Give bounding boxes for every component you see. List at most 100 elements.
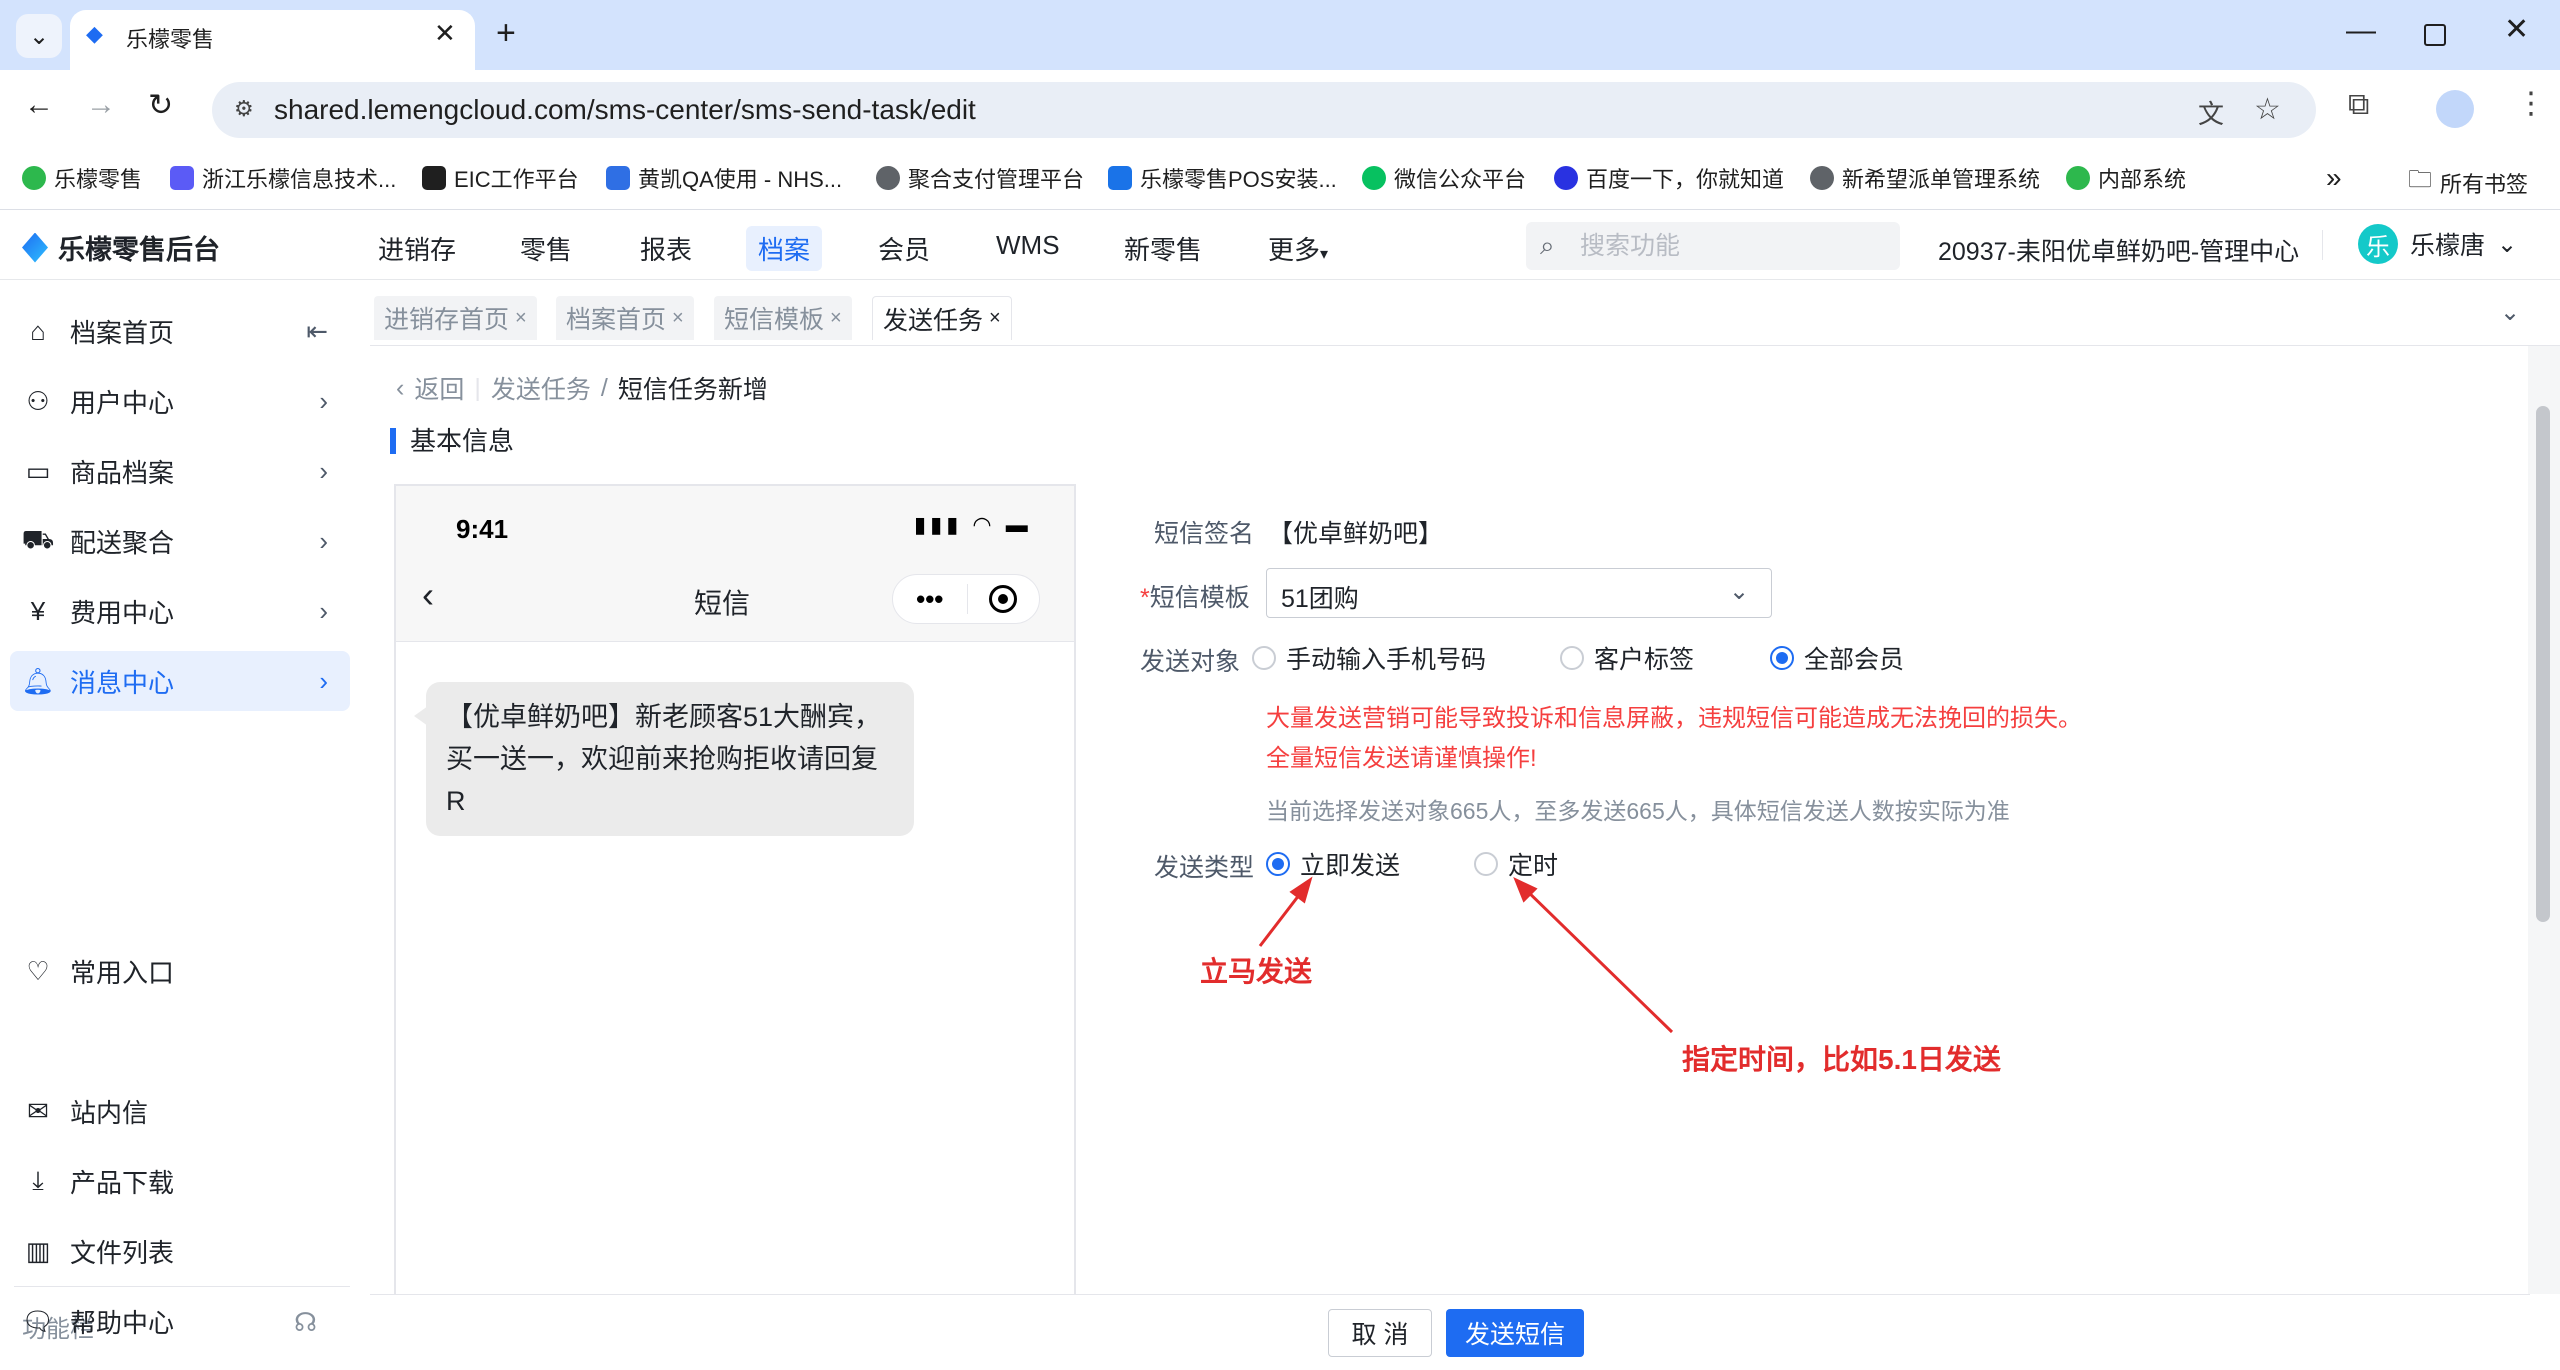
help-icon: 🗨︎ (21, 1305, 55, 1336)
window-close-icon[interactable]: ✕ (2504, 12, 2529, 47)
bookmark-favicon-icon (1810, 166, 1834, 190)
topnav-item-active[interactable]: 档案 (746, 226, 823, 271)
bookmark-favicon-icon (22, 166, 46, 190)
store-name[interactable]: 20937-耒阳优卓鲜奶吧-管理中心 (1938, 232, 2299, 268)
bookmark-item[interactable]: 新希望派单管理系统 (1810, 162, 2040, 194)
address-bar[interactable]: ⚙ shared.lemengcloud.com/sms-center/sms-… (212, 82, 2316, 138)
chart-icon: ▥ (25, 1235, 51, 1266)
search-input[interactable] (1580, 228, 1880, 264)
chevron-down-icon: ⌄ (2497, 230, 2518, 258)
tab-send-task[interactable]: 发送任务 × (872, 296, 1012, 340)
sidebar-item-inbox[interactable]: ✉ 站内信 (10, 1081, 350, 1141)
close-icon[interactable]: × (830, 307, 842, 330)
sidebar-item-archive-home[interactable]: ⌂ 档案首页 ⇤ (10, 301, 350, 361)
chevron-right-icon: › (319, 595, 328, 626)
annotation-immediate: 立马发送 (1200, 956, 1313, 987)
bookmark-item[interactable]: 内部系统 (2066, 162, 2186, 194)
tabs-dropdown-icon[interactable]: ⌄ (2500, 298, 2520, 327)
sidebar-item-message-center[interactable]: 🔔︎ 消息中心 › (10, 651, 350, 711)
bookmark-star-icon[interactable]: ☆ (2254, 92, 2281, 127)
reload-icon[interactable]: ↻ (148, 88, 173, 123)
bookmark-item[interactable]: 乐檬零售 (22, 162, 142, 194)
topnav-item[interactable]: 进销存 (378, 230, 456, 267)
extensions-icon[interactable]: ⧉ (2348, 88, 2369, 122)
bookmark-favicon-icon (1362, 166, 1386, 190)
sidebar-item-file-list[interactable]: ▥ 文件列表 (10, 1221, 350, 1281)
header-divider (2322, 230, 2323, 260)
annotation-arrow-scheduled (1520, 884, 1674, 1034)
bookmark-item[interactable]: 微信公众平台 (1362, 162, 1526, 194)
close-icon[interactable]: × (672, 307, 684, 330)
sidebar-item-favorites[interactable]: ♡ 常用入口 (10, 941, 350, 1001)
bookmark-item[interactable]: EIC工作平台 (422, 162, 579, 194)
bookmark-item[interactable]: 聚合支付管理平台 (876, 162, 1084, 194)
url-text[interactable]: shared.lemengcloud.com/sms-center/sms-se… (274, 94, 976, 126)
annotation-arrows (1258, 876, 1707, 1343)
bookmark-favicon-icon (1554, 166, 1578, 190)
topnav-item[interactable]: 零售 (520, 230, 572, 267)
bookmark-favicon-icon (170, 166, 194, 190)
lemeng-favicon-icon: ◆ (86, 21, 103, 46)
app-header: 乐檬零售后台 进销存 零售 报表 档案 会员 WMS 新零售 更多▾ ⌕ 209… (0, 210, 2560, 280)
topnav-more[interactable]: 更多▾ (1268, 230, 1328, 267)
close-icon[interactable]: × (989, 307, 1001, 330)
function-search[interactable]: ⌕ (1526, 222, 1900, 270)
browser-tabstrip: ⌄ ◆ 乐檬零售 ✕ + — ✕ (0, 0, 2560, 70)
tab-archive-home[interactable]: 档案首页 × (556, 296, 694, 340)
main-content: ‹ 返回 | 发送任务 / 短信任务新增 基本信息 9:41 ▮▮▮ ◠ ▬ ‹… (370, 346, 2560, 1370)
translate-icon[interactable]: 文 (2198, 94, 2224, 131)
chevron-right-icon: › (319, 665, 328, 696)
content-scrollbar[interactable] (2528, 346, 2560, 1294)
window-minimize-icon[interactable]: — (2346, 14, 2376, 48)
new-tab-icon[interactable]: + (496, 14, 516, 53)
yen-icon: ¥ (30, 595, 46, 626)
browser-menu-icon[interactable]: ⋮ (2516, 86, 2546, 121)
truck-icon: ⛟ (21, 523, 55, 554)
tab-inventory-home[interactable]: 进销存首页 × (374, 296, 537, 340)
tab-search-chevron-icon[interactable]: ⌄ (16, 14, 62, 58)
home-icon: ⌂ (30, 315, 46, 346)
lemeng-logo-icon (22, 232, 48, 263)
heart-icon: ♡ (26, 955, 50, 986)
sidebar-item-fee-center[interactable]: ¥ 费用中心 › (10, 581, 350, 641)
bell-icon: 🔔︎ (21, 665, 55, 696)
sidebar: ⌂ 档案首页 ⇤ ⚇ 用户中心 › ▭ 商品档案 › ⛟ 配送聚合 › ¥ 费用中心 › 🔔︎ 消息… (0, 281, 370, 1370)
bookmark-item[interactable]: 黄凯QA使用 - NHS... (606, 162, 842, 194)
sidebar-item-product-archive[interactable]: ▭ 商品档案 › (10, 441, 350, 501)
sidebar-item-user-center[interactable]: ⚇ 用户中心 › (10, 371, 350, 431)
tab-sms-template[interactable]: 短信模板 × (714, 296, 852, 340)
bookmark-item[interactable]: 百度一下，你就知道 (1554, 162, 1784, 194)
topnav-item[interactable]: 报表 (640, 230, 692, 267)
window-restore-icon[interactable] (2424, 24, 2446, 46)
bookmark-favicon-icon (876, 166, 900, 190)
bookmarks-overflow-icon[interactable]: » (2326, 162, 2342, 194)
app-logo[interactable]: 乐檬零售后台 (22, 228, 220, 267)
user-icon: ⚇ (26, 385, 50, 416)
bookmark-item[interactable]: 浙江乐檬信息技术... (170, 162, 396, 194)
chevron-right-icon: › (319, 525, 328, 556)
user-menu[interactable]: 乐 乐檬唐 ⌄ (2358, 224, 2517, 264)
site-info-icon[interactable]: ⚙ (234, 96, 254, 122)
cancel-button[interactable]: 取 消 (1328, 1309, 1432, 1357)
search-icon: ⌕ (1540, 230, 1555, 260)
send-sms-button[interactable]: 发送短信 (1446, 1309, 1584, 1357)
user-name: 乐檬唐 (2410, 232, 2486, 260)
sidebar-item-download[interactable]: ⤓ 产品下载 (10, 1151, 350, 1211)
collapse-sidebar-icon[interactable]: ⇤ (306, 316, 328, 347)
all-bookmarks-button[interactable]: 🗀 所有书签 (2408, 162, 2528, 203)
forward-arrow-icon[interactable]: → (86, 88, 116, 122)
tab-close-icon[interactable]: ✕ (434, 18, 456, 49)
sidebar-item-help[interactable]: 🗨︎ 帮助中心 (10, 1291, 350, 1351)
avatar: 乐 (2358, 224, 2398, 264)
bookmark-item[interactable]: 乐檬零售POS安装... (1108, 162, 1337, 194)
annotation-scheduled: 指定时间，比如5.1日发送 (1682, 1044, 2001, 1075)
sidebar-item-delivery[interactable]: ⛟ 配送聚合 › (10, 511, 350, 571)
topnav-item[interactable]: WMS (996, 230, 1060, 261)
back-arrow-icon[interactable]: ← (24, 88, 54, 122)
topnav-item[interactable]: 新零售 (1124, 230, 1202, 267)
scrollbar-thumb[interactable] (2536, 406, 2550, 922)
close-icon[interactable]: × (515, 307, 527, 330)
profile-avatar[interactable] (2436, 90, 2474, 128)
topnav-item[interactable]: 会员 (878, 230, 930, 267)
sidebar-divider (14, 1286, 350, 1287)
